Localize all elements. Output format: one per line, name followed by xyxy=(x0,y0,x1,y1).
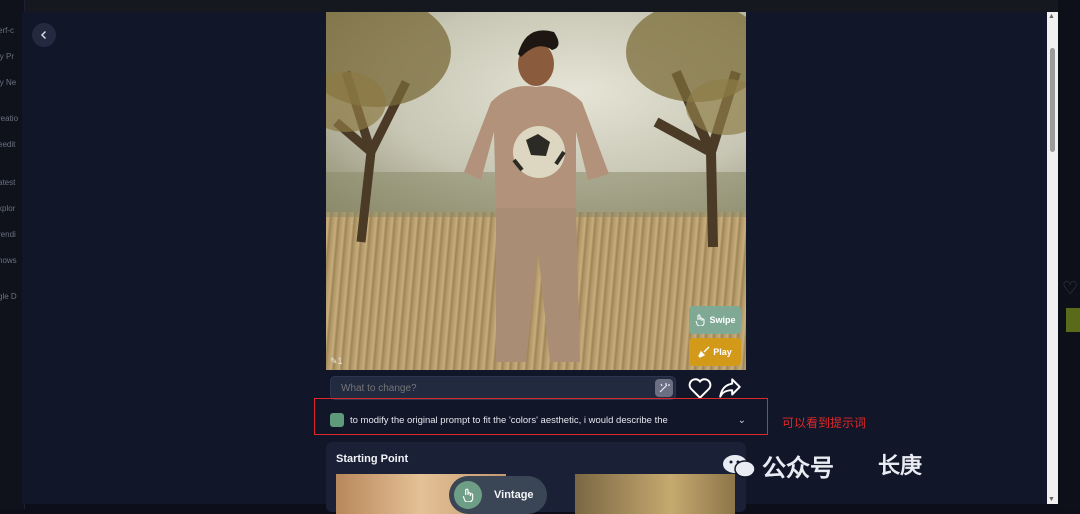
style-chip-label: Vintage xyxy=(494,489,534,501)
background-right-panel: ♡ xyxy=(1058,0,1080,509)
swipe-button[interactable]: Swipe xyxy=(689,306,741,334)
image-count-badge: ✎1 xyxy=(330,356,343,367)
bg-sidebar-item: ly Pr xyxy=(0,52,14,61)
wechat-icon xyxy=(723,454,756,478)
bg-sidebar-item: ly Ne xyxy=(0,78,17,87)
bg-sidebar-item: eedit xyxy=(0,140,16,149)
bg-sidebar-item: xplor xyxy=(0,204,16,213)
bg-sidebar-item: rendi xyxy=(0,230,16,239)
annotation-text: 可以看到提示词 xyxy=(782,416,867,430)
bg-heart-icon: ♡ xyxy=(1062,278,1079,298)
bg-sidebar-item: erf-c xyxy=(0,26,14,35)
scrollbar-thumb[interactable] xyxy=(1050,48,1055,152)
image-scene xyxy=(326,12,746,362)
hand-pointer-icon xyxy=(696,314,705,326)
background-topbar xyxy=(0,0,1080,12)
bg-accent-bar xyxy=(1066,308,1080,332)
back-button[interactable] xyxy=(32,23,56,47)
generated-image[interactable]: ✎1 Swipe Play xyxy=(326,12,746,370)
what-to-change-input[interactable] xyxy=(330,376,676,400)
bg-sidebar-item: atest xyxy=(0,178,16,187)
annotation-highlight-box xyxy=(314,398,768,435)
swipe-label: Swipe xyxy=(709,315,736,325)
brush-icon: ✎ xyxy=(330,356,338,366)
starting-point-title: Starting Point xyxy=(336,453,409,465)
scroll-up-arrow-icon[interactable]: ▲ xyxy=(1048,13,1055,20)
starting-point-thumbnail[interactable] xyxy=(575,474,735,514)
play-label: Play xyxy=(713,347,732,357)
style-chip-vintage[interactable]: Vintage xyxy=(449,476,547,514)
watermark-suffix: 长庚 xyxy=(878,454,923,479)
watermark-text: 公众号 xyxy=(762,454,834,482)
magic-wand-icon xyxy=(659,383,670,393)
magic-wand-button[interactable] xyxy=(655,379,673,397)
bg-sidebar-item: reatio xyxy=(0,114,19,123)
broom-icon xyxy=(698,346,710,358)
hand-pointer-icon xyxy=(454,481,482,509)
bg-sidebar-item: hows xyxy=(0,256,17,265)
scroll-down-arrow-icon[interactable]: ▼ xyxy=(1048,496,1055,503)
chevron-left-icon xyxy=(40,30,47,40)
play-button[interactable]: Play xyxy=(689,338,741,366)
bg-sidebar-item: gle D xyxy=(0,292,17,301)
count-value: 1 xyxy=(337,356,343,366)
watermark: 公众号 xyxy=(722,448,834,483)
